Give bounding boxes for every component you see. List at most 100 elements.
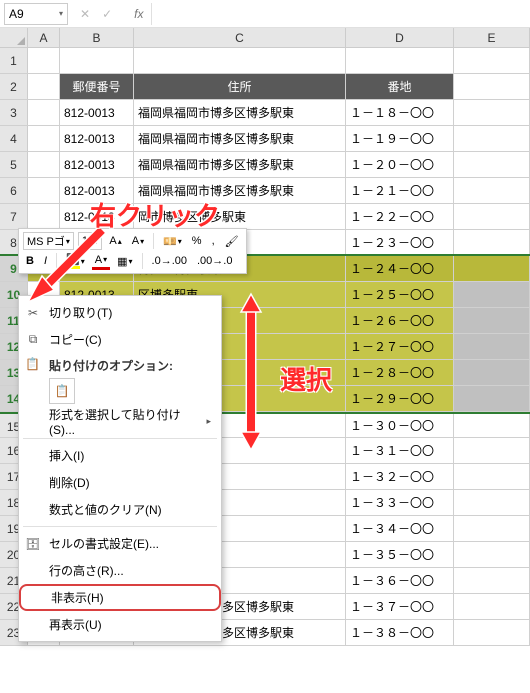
name-box[interactable]: A9 ▾ — [4, 3, 68, 25]
menu-paste-special[interactable]: 形式を選択して貼り付け(S)...▸ — [19, 408, 221, 435]
cell[interactable]: １－３１－〇〇 — [346, 438, 454, 463]
cell[interactable] — [454, 256, 530, 281]
cell[interactable] — [454, 516, 530, 541]
menu-clear[interactable]: 数式と値のクリア(N) — [19, 496, 221, 523]
cell[interactable]: １－２３－〇〇 — [346, 230, 454, 254]
cell[interactable]: 福岡県福岡市博多区博多駅東 — [134, 100, 346, 125]
cell[interactable] — [454, 568, 530, 593]
cell[interactable]: １－２１－〇〇 — [346, 178, 454, 203]
percent-format-icon[interactable]: % — [189, 234, 205, 248]
col-header-C[interactable]: C — [134, 28, 346, 47]
confirm-icon[interactable]: ✓ — [100, 7, 114, 21]
cell[interactable] — [454, 178, 530, 203]
menu-cut[interactable]: ✂切り取り(T) — [19, 299, 221, 326]
border-icon[interactable]: ▦▾ — [114, 254, 135, 269]
row-header[interactable]: 4 — [0, 126, 28, 151]
cancel-icon[interactable]: ✕ — [78, 7, 92, 21]
cell[interactable] — [28, 178, 60, 203]
cell[interactable] — [454, 48, 530, 73]
comma-format-icon[interactable]: , — [209, 234, 218, 248]
col-header-E[interactable]: E — [454, 28, 530, 47]
cell[interactable]: 福岡県福岡市博多区博多駅東 — [134, 126, 346, 151]
select-all-corner[interactable] — [0, 28, 28, 47]
cell[interactable] — [28, 204, 60, 229]
cell[interactable] — [28, 152, 60, 177]
cell[interactable]: 812-0013 — [60, 126, 134, 151]
fill-color-icon[interactable]: ⬛▾ — [63, 252, 88, 270]
col-header-A[interactable]: A — [28, 28, 60, 47]
cell[interactable]: １－２２－〇〇 — [346, 204, 454, 229]
cell[interactable]: 住所 — [134, 74, 346, 99]
menu-copy[interactable]: ⧉コピー(C) — [19, 326, 221, 353]
cell[interactable]: １－２８－〇〇 — [346, 360, 454, 385]
cell[interactable]: 岡市博多区博多駅東 — [134, 204, 346, 229]
cell[interactable] — [454, 334, 530, 359]
row-header[interactable]: 5 — [0, 152, 28, 177]
cell[interactable]: 郵便番号 — [60, 74, 134, 99]
cell[interactable]: 福岡県福岡市博多区博多駅東 — [134, 152, 346, 177]
cell[interactable] — [60, 48, 134, 73]
cell[interactable]: １－３０－〇〇 — [346, 414, 454, 437]
cell[interactable] — [454, 152, 530, 177]
cell[interactable]: 812-0013 — [60, 204, 134, 229]
cell[interactable] — [454, 620, 530, 645]
cell[interactable]: １－３８－〇〇 — [346, 620, 454, 645]
cell[interactable] — [28, 126, 60, 151]
cell[interactable]: １－２９－〇〇 — [346, 386, 454, 411]
font-family-select[interactable]: MS Pゴ ▾ — [23, 232, 74, 250]
cell[interactable] — [134, 48, 346, 73]
cell[interactable] — [454, 414, 530, 437]
cell[interactable]: １－２６－〇〇 — [346, 308, 454, 333]
cell[interactable] — [454, 464, 530, 489]
col-header-D[interactable]: D — [346, 28, 454, 47]
chevron-down-icon[interactable]: ▾ — [59, 9, 63, 18]
cell[interactable]: １－３５－〇〇 — [346, 542, 454, 567]
menu-format-cells[interactable]: 🗄セルの書式設定(E)... — [19, 530, 221, 557]
cell[interactable] — [28, 100, 60, 125]
increase-font-icon[interactable]: A▴ — [106, 234, 124, 248]
menu-unhide[interactable]: 再表示(U) — [19, 611, 221, 638]
cell[interactable]: 812-0013 — [60, 152, 134, 177]
row-header[interactable]: 6 — [0, 178, 28, 203]
cell[interactable] — [454, 230, 530, 254]
cell[interactable]: 812-0013 — [60, 100, 134, 125]
cell[interactable]: １－３２－〇〇 — [346, 464, 454, 489]
cell[interactable]: 812-0013 — [60, 178, 134, 203]
cell[interactable]: １－１８－〇〇 — [346, 100, 454, 125]
row-header[interactable]: 2 — [0, 74, 28, 99]
cell[interactable]: １－３３－〇〇 — [346, 490, 454, 515]
cell[interactable] — [454, 308, 530, 333]
decrease-font-icon[interactable]: A▾ — [129, 234, 147, 248]
bold-button[interactable]: B — [23, 254, 37, 268]
cell[interactable] — [454, 386, 530, 411]
font-size-select[interactable]: 11 ▾ — [78, 232, 102, 250]
col-header-B[interactable]: B — [60, 28, 134, 47]
cell[interactable]: 福岡県福岡市博多区博多駅東 — [134, 178, 346, 203]
cell[interactable] — [454, 490, 530, 515]
cell[interactable]: １－２５－〇〇 — [346, 282, 454, 307]
cell[interactable] — [454, 126, 530, 151]
accounting-format-icon[interactable]: 💴▾ — [160, 234, 185, 249]
cell[interactable]: １－２０－〇〇 — [346, 152, 454, 177]
fx-icon[interactable]: fx — [132, 7, 145, 21]
cell[interactable] — [454, 100, 530, 125]
row-header[interactable]: 3 — [0, 100, 28, 125]
menu-delete[interactable]: 削除(D) — [19, 469, 221, 496]
cell[interactable] — [454, 438, 530, 463]
formula-input[interactable] — [151, 3, 530, 25]
cell[interactable]: １－２４－〇〇 — [346, 256, 454, 281]
row-header[interactable]: 7 — [0, 204, 28, 229]
cell[interactable]: １－３６－〇〇 — [346, 568, 454, 593]
cell[interactable] — [28, 74, 60, 99]
cell[interactable] — [454, 542, 530, 567]
decrease-decimal-icon[interactable]: .00→.0 — [194, 254, 235, 268]
menu-hide[interactable]: 非表示(H) — [19, 584, 221, 611]
paste-button[interactable]: 📋 — [49, 378, 75, 404]
cell[interactable] — [454, 204, 530, 229]
format-painter-icon[interactable]: 🖌 — [222, 234, 242, 249]
font-color-icon[interactable]: A▾ — [92, 253, 110, 270]
cell[interactable] — [28, 48, 60, 73]
cell[interactable]: １－３４－〇〇 — [346, 516, 454, 541]
cell[interactable]: 番地 — [346, 74, 454, 99]
cell[interactable] — [454, 74, 530, 99]
